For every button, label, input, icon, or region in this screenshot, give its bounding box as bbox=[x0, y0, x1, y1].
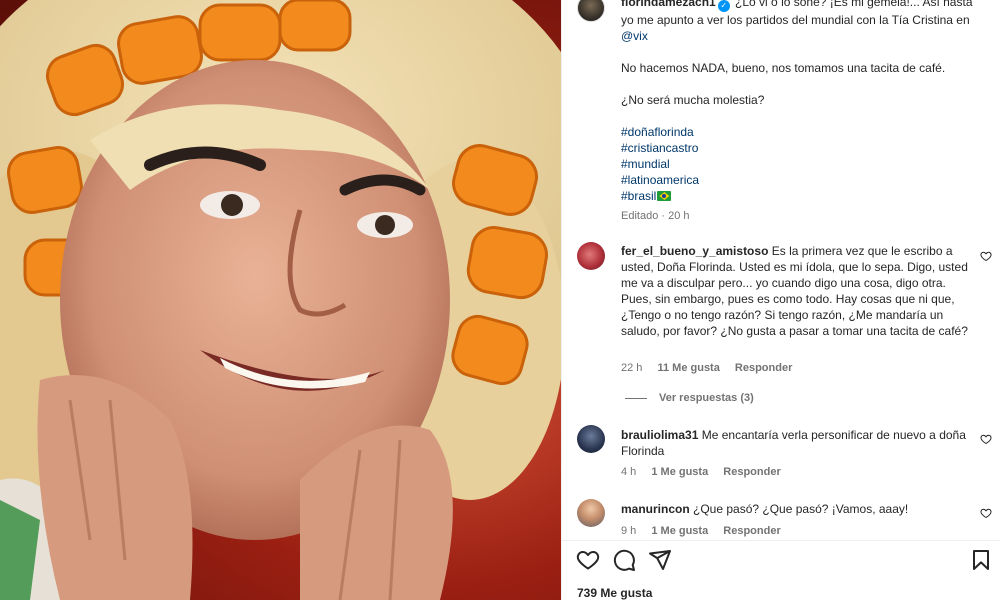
view-replies-button[interactable]: Ver respuestas (3) bbox=[625, 392, 754, 404]
bookmark-icon[interactable] bbox=[969, 548, 993, 572]
comment-time[interactable]: 22 h bbox=[621, 362, 642, 374]
comment-like-heart-icon[interactable] bbox=[980, 507, 992, 519]
verified-badge-icon: ✓ bbox=[717, 0, 730, 12]
likes-count[interactable]: 739 Me gusta bbox=[577, 586, 652, 600]
caption-mention-link[interactable]: @vix bbox=[621, 29, 648, 43]
edited-label: Editado bbox=[621, 210, 659, 222]
comment-text: Es la primera vez que le escribo a usted… bbox=[621, 244, 968, 338]
comment-likes[interactable]: 11 Me gusta bbox=[657, 362, 719, 374]
caption-paragraph-3: ¿No será mucha molestia? bbox=[621, 93, 765, 107]
comment-meta: 22 h 11 Me gusta Responder bbox=[621, 362, 804, 374]
comment-like-heart-icon[interactable] bbox=[980, 250, 992, 262]
reply-button[interactable]: Responder bbox=[723, 466, 780, 478]
comment-meta: 9 h 1 Me gusta Responder bbox=[621, 525, 793, 537]
post-caption: florindamezach1 ✓ ¿Lo vi o lo soñé? ¡Es m… bbox=[621, 0, 981, 224]
hashtag-link[interactable]: #brasil bbox=[621, 188, 981, 204]
comment-text: ¿Que pasó? ¿Que pasó? ¡Vamos, aaay! bbox=[693, 502, 909, 516]
comment-avatar[interactable] bbox=[577, 242, 605, 270]
comments-panel: florindamezach1 ✓ ¿Lo vi o lo soñé? ¡Es m… bbox=[561, 0, 1000, 600]
instagram-post: florindamezach1 ✓ ¿Lo vi o lo soñé? ¡Es m… bbox=[0, 0, 1000, 600]
brazil-flag-icon bbox=[657, 191, 672, 201]
caption-paragraph-2: No hacemos NADA, bueno, nos tomamos una … bbox=[621, 61, 946, 75]
hashtag-list: #doñaflorinda #cristiancastro #mundial #… bbox=[621, 124, 981, 204]
comment-likes[interactable]: 1 Me gusta bbox=[651, 525, 708, 537]
post-photo[interactable] bbox=[0, 0, 561, 600]
comment-meta: 4 h 1 Me gusta Responder bbox=[621, 466, 793, 478]
view-replies-label: Ver respuestas (3) bbox=[659, 392, 754, 404]
comment-item: fer_el_bueno_y_amistoso Es la primera ve… bbox=[621, 243, 969, 339]
comment-item: brauliolima31 Me encantaría verla person… bbox=[621, 427, 969, 459]
comment-icon[interactable] bbox=[612, 548, 636, 572]
comment-username[interactable]: manurincon bbox=[621, 502, 690, 516]
comment-item: manurincon ¿Que pasó? ¿Que pasó? ¡Vamos,… bbox=[621, 501, 969, 517]
comment-likes[interactable]: 1 Me gusta bbox=[651, 466, 708, 478]
comments-scroll-area[interactable]: florindamezach1 ✓ ¿Lo vi o lo soñé? ¡Es m… bbox=[562, 0, 1000, 540]
comment-time[interactable]: 4 h bbox=[621, 466, 636, 478]
reply-button[interactable]: Responder bbox=[723, 525, 780, 537]
edited-meta: Editado · 20 h bbox=[621, 210, 690, 222]
hashtag-link[interactable]: #mundial bbox=[621, 156, 981, 172]
comment-avatar[interactable] bbox=[577, 499, 605, 527]
author-username[interactable]: florindamezach1 bbox=[621, 0, 716, 9]
edited-time[interactable]: 20 h bbox=[668, 210, 689, 222]
post-action-bar: 739 Me gusta bbox=[562, 540, 1000, 600]
hashtag-link[interactable]: #cristiancastro bbox=[621, 140, 981, 156]
share-icon[interactable] bbox=[648, 548, 672, 572]
comment-time[interactable]: 9 h bbox=[621, 525, 636, 537]
comment-username[interactable]: fer_el_bueno_y_amistoso bbox=[621, 244, 768, 258]
hashtag-link[interactable]: #doñaflorinda bbox=[621, 124, 981, 140]
comment-like-heart-icon[interactable] bbox=[980, 433, 992, 445]
comment-avatar[interactable] bbox=[577, 425, 605, 453]
comment-username[interactable]: brauliolima31 bbox=[621, 428, 698, 442]
hashtag-link[interactable]: #latinoamerica bbox=[621, 172, 981, 188]
photo-illustration bbox=[0, 0, 561, 600]
hashtag-text: #brasil bbox=[621, 189, 657, 203]
replies-divider bbox=[625, 397, 647, 399]
author-avatar[interactable] bbox=[577, 0, 605, 22]
heart-icon[interactable] bbox=[576, 548, 600, 572]
reply-button[interactable]: Responder bbox=[735, 362, 792, 374]
